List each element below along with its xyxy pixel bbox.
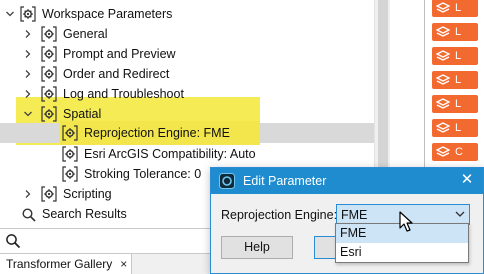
mouse-cursor-icon [399, 211, 415, 233]
list-item[interactable]: L [390, 116, 484, 140]
tree-item-label: Order and Redirect [63, 67, 170, 81]
transformer-icon [436, 122, 450, 133]
tree-item-label: Esri ArcGIS Compatibility: Auto [84, 147, 256, 161]
tree-item-label: Search Results [42, 207, 127, 221]
badge-label: L [455, 74, 462, 86]
list-item[interactable]: L [390, 20, 484, 44]
gear-icon [40, 25, 58, 43]
gear-icon [40, 65, 58, 83]
help-button[interactable]: Help [221, 236, 293, 259]
app-icon [219, 173, 235, 189]
chevron-right-icon[interactable] [23, 69, 33, 79]
divider [424, 68, 425, 92]
tree-item-label: Workspace Parameters [42, 7, 173, 21]
badge-label: L [455, 26, 462, 38]
tree-item-label: Stroking Tolerance: 0 [84, 167, 202, 181]
close-icon[interactable]: ✕ [459, 172, 475, 188]
transformer-icon [436, 146, 450, 157]
tab-label: Transformer Gallery [6, 257, 113, 271]
list-item[interactable]: L [390, 0, 484, 20]
gear-icon [19, 5, 37, 23]
gear-icon [61, 145, 79, 163]
transformer-icon [436, 50, 450, 61]
divider [424, 20, 425, 44]
dialog-title-bar[interactable]: Edit Parameter ✕ [211, 168, 483, 194]
transformer-icon [436, 2, 450, 13]
gear-icon [40, 105, 58, 123]
transformer-badge[interactable]: L [432, 119, 478, 137]
transformer-icon [436, 74, 450, 85]
chevron-down-icon[interactable] [23, 109, 33, 119]
badge-label: L [455, 50, 462, 62]
tab-transformer-gallery[interactable]: Transformer Gallery × [0, 254, 132, 274]
tree-item-label: Log and Troubleshoot [63, 87, 184, 101]
transformer-badge[interactable]: L [432, 95, 478, 113]
chevron-right-icon[interactable] [23, 29, 33, 39]
divider [424, 0, 425, 20]
tree-item-log-and-troubleshoot[interactable]: Log and Troubleshoot [0, 84, 374, 104]
field-label: Reprojection Engine: [221, 208, 338, 222]
gear-icon [61, 124, 79, 142]
divider [424, 140, 425, 164]
chevron-right-icon[interactable] [23, 189, 33, 199]
gear-icon [40, 85, 58, 103]
list-item[interactable]: L [390, 68, 484, 92]
option-esri[interactable]: Esri [336, 243, 468, 262]
tree-item-reprojection-engine[interactable]: Reprojection Engine: FME [0, 121, 374, 145]
tree-item-order-and-redirect[interactable]: Order and Redirect [0, 64, 374, 84]
tree-item-label: Prompt and Preview [63, 47, 176, 61]
search-icon[interactable] [5, 233, 21, 249]
chevron-down-icon[interactable] [454, 208, 466, 220]
transformer-badge[interactable]: L [432, 0, 478, 17]
gear-icon [40, 185, 58, 203]
tree-item-prompt-and-preview[interactable]: Prompt and Preview [0, 44, 374, 64]
tree-item-workspace-parameters[interactable]: Workspace Parameters [0, 4, 374, 24]
divider [424, 44, 425, 68]
badge-label: C [455, 146, 463, 158]
divider [424, 116, 425, 140]
transformer-badge[interactable]: L [432, 23, 478, 41]
transformer-badge[interactable]: L [432, 71, 478, 89]
tree-item-label: General [63, 27, 108, 41]
badge-label: L [455, 98, 462, 110]
dialog-title: Edit Parameter [243, 174, 327, 188]
chevron-down-icon[interactable] [5, 9, 15, 19]
tree-item-general[interactable]: General [0, 24, 374, 44]
badge-label: L [455, 122, 462, 134]
badge-label: L [455, 2, 462, 14]
select-value: FME [341, 208, 368, 222]
search-icon [20, 206, 38, 224]
tree-item-label: Scripting [63, 187, 112, 201]
list-item[interactable]: C [390, 140, 484, 164]
tree-item-esri-arcgis-compatibility[interactable]: Esri ArcGIS Compatibility: Auto [0, 144, 374, 164]
chevron-right-icon[interactable] [23, 49, 33, 59]
transformer-icon [436, 98, 450, 109]
gear-icon [61, 165, 79, 183]
chevron-right-icon[interactable] [23, 89, 33, 99]
transformer-badge[interactable]: L [432, 47, 478, 65]
list-item[interactable]: L [390, 44, 484, 68]
divider [424, 92, 425, 116]
transformer-badge[interactable]: C [432, 143, 478, 161]
close-icon[interactable]: × [120, 257, 127, 271]
gear-icon [40, 45, 58, 63]
transformer-icon [436, 26, 450, 37]
tree-item-label: Spatial [63, 107, 102, 121]
tree-item-label: Reprojection Engine: FME [84, 126, 230, 140]
list-item[interactable]: L [390, 92, 484, 116]
